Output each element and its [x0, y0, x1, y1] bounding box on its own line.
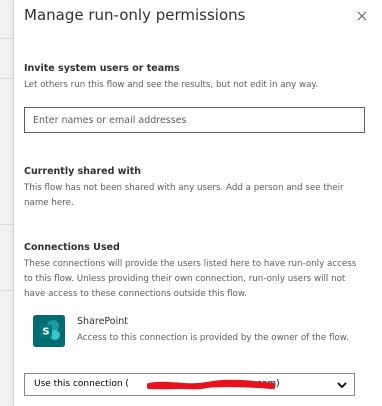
connections-heading: Connections Used	[24, 242, 120, 253]
connections-description: These connections will provide the users…	[24, 259, 357, 299]
background-divider	[0, 78, 13, 79]
sharepoint-logo-graphic: S	[33, 315, 65, 347]
shared-description: This flow has not been shared with any u…	[24, 183, 344, 208]
connection-name: SharePoint	[77, 316, 129, 327]
invite-heading: Invite system users or teams	[24, 63, 180, 74]
background-divider	[0, 38, 13, 39]
connection-select-prefix: Use this connection (	[34, 379, 129, 389]
sharepoint-icon-letter: S	[42, 327, 49, 338]
manage-run-only-permissions-panel: Manage run-only permissions Invite syste…	[14, 0, 382, 406]
sharepoint-icon: S	[33, 315, 65, 347]
connection-description: Access to this connection is provided by…	[77, 333, 349, 343]
redaction-scribble	[147, 379, 275, 390]
shared-heading: Currently shared with	[24, 166, 142, 177]
invite-users-input[interactable]	[25, 108, 364, 133]
background-divider	[0, 224, 13, 225]
close-icon	[357, 11, 367, 21]
background-page-strip	[0, 0, 14, 406]
connection-select[interactable]: Use this connection (com)	[24, 373, 355, 396]
close-button[interactable]	[352, 6, 372, 26]
background-divider	[0, 290, 13, 291]
invite-description: Let others run this flow and see the res…	[24, 80, 319, 90]
chevron-down-icon	[337, 382, 347, 389]
invite-users-field[interactable]	[24, 107, 365, 133]
panel-title: Manage run-only permissions	[24, 6, 246, 24]
